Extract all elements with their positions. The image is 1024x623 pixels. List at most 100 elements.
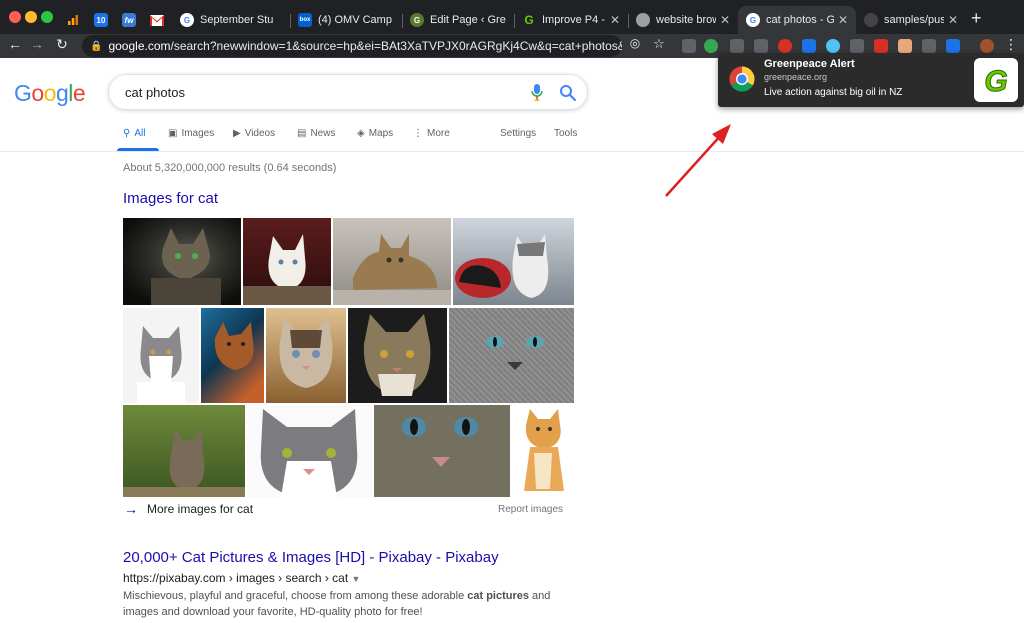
dropdown-arrow-icon[interactable]: ▼ — [352, 574, 361, 584]
tab-fw[interactable]: fw — [116, 6, 142, 34]
profile-avatar[interactable] — [980, 39, 994, 53]
push-notification[interactable]: Greenpeace Alert greenpeace.org Live act… — [718, 53, 1024, 107]
tab-label: Maps — [368, 128, 394, 139]
result-url[interactable]: https://pixabay.com › images › search › … — [123, 571, 360, 585]
tools-link[interactable]: Tools — [554, 128, 577, 139]
tab-omv-campaign[interactable]: box (4) OMV Camp — [290, 6, 402, 34]
cat-thumbnail[interactable] — [201, 308, 264, 403]
cat-thumbnail[interactable] — [243, 218, 331, 305]
cat-thumbnail[interactable] — [333, 218, 451, 305]
extension-icon[interactable] — [754, 39, 768, 53]
notification-title: Greenpeace Alert — [764, 58, 855, 70]
location-icon[interactable]: ◎ — [626, 36, 644, 50]
google-logo[interactable]: Google — [14, 80, 86, 107]
greenpeace-icon: G — [410, 13, 424, 27]
search-icon[interactable] — [559, 84, 577, 102]
tab-label: Videos — [244, 128, 276, 139]
extension-icon[interactable] — [802, 39, 816, 53]
lock-icon: 🔒 — [90, 40, 103, 52]
settings-link[interactable]: Settings — [500, 128, 536, 139]
images-heading[interactable]: Images for cat — [123, 190, 218, 207]
tab-label: All — [134, 128, 146, 139]
close-tab-icon[interactable]: ✕ — [720, 13, 730, 27]
toggle-extension-icon[interactable] — [704, 39, 718, 53]
cat-thumbnail[interactable] — [453, 218, 574, 305]
address-url: google.com/search?newwindow=1&source=hp&… — [108, 39, 622, 53]
new-tab-button[interactable]: + — [971, 8, 982, 29]
tab-gmail[interactable] — [144, 6, 170, 34]
reload-button[interactable]: ↻ — [53, 36, 71, 53]
tab-website-browser[interactable]: website brows ✕ — [628, 6, 738, 34]
cat-thumbnail[interactable] — [123, 308, 199, 403]
tab-bar: 10 fw G September Stu box (4) OMV Camp G… — [0, 0, 1024, 34]
greenpeace-logo: G — [974, 58, 1018, 102]
cat-thumbnail[interactable] — [123, 405, 245, 497]
tab-images[interactable]: ▣ Images — [168, 128, 214, 139]
tab-videos[interactable]: ▶ Videos — [233, 128, 275, 139]
menu-icon[interactable]: ⋮ — [1002, 36, 1020, 53]
tab-label: More — [427, 128, 450, 139]
gmail-icon — [150, 13, 164, 27]
back-button[interactable]: ← — [6, 36, 24, 52]
block-extension-icon[interactable] — [778, 39, 792, 53]
tab-news[interactable]: ▤ News — [297, 128, 335, 139]
cat-thumbnail[interactable] — [123, 218, 241, 305]
image-icon: ▣ — [168, 128, 178, 139]
close-tab-icon[interactable]: ✕ — [838, 13, 848, 27]
cat-thumbnail[interactable] — [449, 308, 574, 403]
tab-more[interactable]: ⋮ More — [413, 128, 450, 139]
cat-thumbnail[interactable] — [348, 308, 447, 403]
extension-icon[interactable] — [946, 39, 960, 53]
minimize-window-button[interactable] — [25, 11, 37, 23]
tab-analytics[interactable] — [60, 6, 86, 34]
forward-button[interactable]: → — [28, 36, 46, 52]
cat-thumbnail[interactable] — [374, 405, 510, 497]
report-images-link[interactable]: Report images — [498, 504, 563, 515]
calendar-icon: 10 — [94, 13, 108, 27]
arrow-right-icon: → — [124, 501, 138, 517]
microphone-icon[interactable] — [531, 84, 543, 101]
tab-title: Edit Page ‹ Gre — [430, 14, 506, 26]
bookmark-star-icon[interactable]: ☆ — [650, 36, 668, 52]
extension-icon[interactable] — [874, 39, 888, 53]
tab-september-study[interactable]: G September Stu — [172, 6, 290, 34]
tab-all[interactable]: ⚲ All — [123, 128, 145, 139]
tab-improve-p4[interactable]: G Improve P4 - G ✕ — [514, 6, 628, 34]
search-icon: ⚲ — [123, 128, 131, 139]
search-input[interactable]: cat photos — [125, 85, 185, 100]
close-tab-icon[interactable]: ✕ — [610, 13, 620, 27]
close-tab-icon[interactable]: ✕ — [948, 13, 958, 27]
extension-icon[interactable] — [898, 39, 912, 53]
video-icon: ▶ — [233, 128, 241, 139]
tab-title: samples/push- — [884, 14, 944, 26]
cat-thumbnail[interactable] — [266, 308, 346, 403]
tab-edit-page[interactable]: G Edit Page ‹ Gre — [402, 6, 514, 34]
extension-icon[interactable] — [922, 39, 936, 53]
extension-icon[interactable] — [850, 39, 864, 53]
tab-maps[interactable]: ◈ Maps — [357, 128, 393, 139]
tab-title: September Stu — [200, 14, 274, 26]
tab-title: cat photos - Go — [766, 14, 834, 26]
map-pin-icon: ◈ — [357, 128, 365, 139]
result-url-text: https://pixabay.com › images › search › … — [123, 571, 349, 585]
header-divider — [0, 151, 1024, 152]
result-title-link[interactable]: 20,000+ Cat Pictures & Images [HD] - Pix… — [123, 549, 499, 566]
tab-samples-push[interactable]: samples/push- ✕ — [856, 6, 966, 34]
extension-icon[interactable] — [730, 39, 744, 53]
tab-label: News — [310, 128, 336, 139]
cat-thumbnail[interactable] — [512, 405, 574, 497]
cat-thumbnail[interactable] — [247, 405, 372, 497]
maximize-window-button[interactable] — [41, 11, 53, 23]
extension-icon[interactable] — [826, 39, 840, 53]
result-snippet: Mischievous, playful and graceful, choos… — [123, 590, 551, 618]
camera-extension-icon[interactable] — [682, 39, 696, 53]
google-icon: G — [746, 13, 760, 27]
more-images-link[interactable]: More images for cat — [147, 502, 253, 516]
tab-cat-photos[interactable]: G cat photos - Go ✕ — [738, 6, 856, 34]
settings-label: Settings — [500, 128, 537, 139]
close-window-button[interactable] — [9, 11, 21, 23]
chrome-icon — [729, 66, 755, 92]
address-bar[interactable]: 🔒 google.com/search?newwindow=1&source=h… — [82, 35, 622, 57]
tab-calendar[interactable]: 10 — [88, 6, 114, 34]
search-box[interactable]: cat photos — [108, 74, 588, 110]
